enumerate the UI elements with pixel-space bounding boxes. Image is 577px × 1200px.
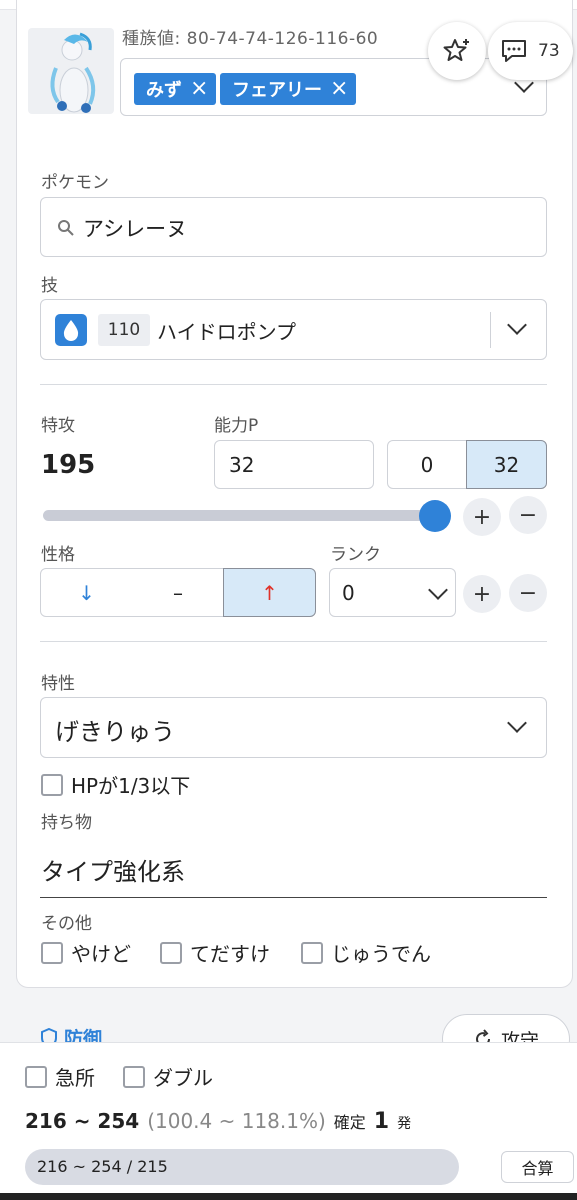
ev-preset-32[interactable]: 32 [466, 440, 547, 489]
ev-input-value: 32 [229, 453, 255, 477]
search-icon [58, 220, 74, 236]
select-separator [490, 312, 491, 348]
ability-label: 特性 [41, 674, 75, 694]
nature-label: 性格 [41, 545, 75, 565]
nature-down-button[interactable]: ↓ [40, 568, 133, 617]
rank-select[interactable]: 0 [329, 568, 456, 617]
burn-label: やけど [71, 942, 131, 966]
pokemon-avatar [28, 28, 114, 114]
double-label: ダブル [153, 1066, 213, 1090]
favorite-button[interactable] [428, 22, 486, 80]
water-type-icon [55, 314, 87, 346]
crit-checkbox-row[interactable]: 急所 [25, 1062, 95, 1091]
burn-checkbox-row[interactable]: やけど [41, 938, 131, 967]
star-plus-icon [443, 39, 469, 61]
type-chip-fairy[interactable]: フェアリー × [220, 73, 357, 105]
damage-summary: 216 ~ 254 (100.4 ~ 118.1%) 確定 1 発 [25, 1109, 411, 1134]
stat-value: 195 [41, 450, 96, 480]
nature-neutral-button[interactable]: – [132, 568, 224, 617]
ev-plus-button[interactable]: + [463, 498, 501, 536]
percent-range: (100.4 ~ 118.1%) [147, 1109, 326, 1133]
hp-third-label: HPが1/3以下 [71, 774, 191, 798]
item-label: 持ち物 [41, 813, 92, 833]
ability-select[interactable]: げきりゅう [40, 697, 547, 758]
chevron-down-icon [507, 713, 527, 733]
move-select[interactable]: 110 ハイドロポンプ [40, 299, 547, 360]
rank-value: 0 [342, 581, 355, 605]
type-chip-label: みず [146, 80, 182, 101]
chevron-down-icon [428, 580, 448, 600]
rank-plus-button[interactable]: + [463, 575, 501, 613]
ability-value: げきりゅう [55, 718, 175, 746]
helping-hand-checkbox-row[interactable]: てだすけ [160, 938, 270, 967]
move-label: 技 [41, 276, 58, 296]
crit-label: 急所 [55, 1066, 95, 1090]
comment-count: 73 [538, 41, 560, 61]
crit-checkbox[interactable] [25, 1065, 47, 1088]
close-icon[interactable]: × [190, 78, 208, 100]
comment-icon [502, 40, 526, 62]
ev-input[interactable]: 32 [214, 440, 374, 489]
verdict-prefix: 確定 [333, 1113, 366, 1132]
divider [40, 641, 547, 642]
damage-bar: 216 ~ 254 / 215 [25, 1149, 459, 1185]
comments-button[interactable]: 73 [488, 22, 573, 80]
move-power-badge: 110 [98, 314, 150, 346]
nature-up-button[interactable]: ↑ [223, 568, 316, 617]
burn-checkbox[interactable] [41, 941, 63, 964]
verdict-count: 1 [373, 1109, 390, 1134]
close-icon[interactable]: × [330, 78, 348, 100]
helping-hand-label: てだすけ [190, 942, 270, 966]
item-input[interactable]: タイプ強化系 [40, 840, 547, 898]
base-stats-label: 種族値: 80-74-74-126-116-60 [122, 29, 379, 49]
double-checkbox[interactable] [123, 1065, 145, 1088]
damage-bar-text: 216 ~ 254 / 215 [37, 1157, 168, 1176]
type-chip-label: フェアリー [232, 80, 322, 101]
divider [40, 384, 547, 385]
total-button[interactable]: 合算 [501, 1151, 574, 1183]
charge-checkbox-row[interactable]: じゅうでん [301, 938, 431, 967]
chevron-down-icon[interactable] [507, 315, 527, 335]
ev-preset-0[interactable]: 0 [387, 440, 467, 489]
damage-range: 216 ~ 254 [25, 1109, 140, 1133]
type-selector[interactable]: みず × フェアリー × [120, 58, 547, 116]
item-value: タイプ強化系 [41, 858, 185, 886]
charge-label: じゅうでん [331, 942, 431, 966]
double-checkbox-row[interactable]: ダブル [123, 1062, 213, 1091]
type-chip-water[interactable]: みず × [134, 73, 217, 105]
hp-third-checkbox[interactable] [41, 773, 63, 796]
system-bar [0, 1193, 577, 1200]
hp-third-checkbox-row[interactable]: HPが1/3以下 [41, 770, 190, 799]
pokemon-label: ポケモン [41, 173, 109, 193]
move-name: ハイドロポンプ [157, 320, 296, 344]
ev-slider-thumb[interactable] [419, 500, 451, 532]
other-label: その他 [41, 914, 92, 934]
ev-minus-button[interactable]: − [509, 496, 547, 534]
pokemon-search-input[interactable]: アシレーヌ [40, 197, 547, 257]
result-panel: 急所 ダブル 216 ~ 254 (100.4 ~ 118.1%) 確定 1 発… [0, 1042, 577, 1200]
ev-slider-track[interactable] [43, 510, 435, 521]
stat-label: 特攻 [41, 416, 75, 436]
pokemon-value: アシレーヌ [83, 217, 188, 241]
charge-checkbox[interactable] [301, 941, 323, 964]
verdict-suffix: 発 [397, 1116, 412, 1132]
rank-minus-button[interactable]: − [509, 574, 547, 612]
rank-label: ランク [330, 545, 381, 565]
ev-label: 能力P [214, 416, 259, 436]
helping-hand-checkbox[interactable] [160, 941, 182, 964]
